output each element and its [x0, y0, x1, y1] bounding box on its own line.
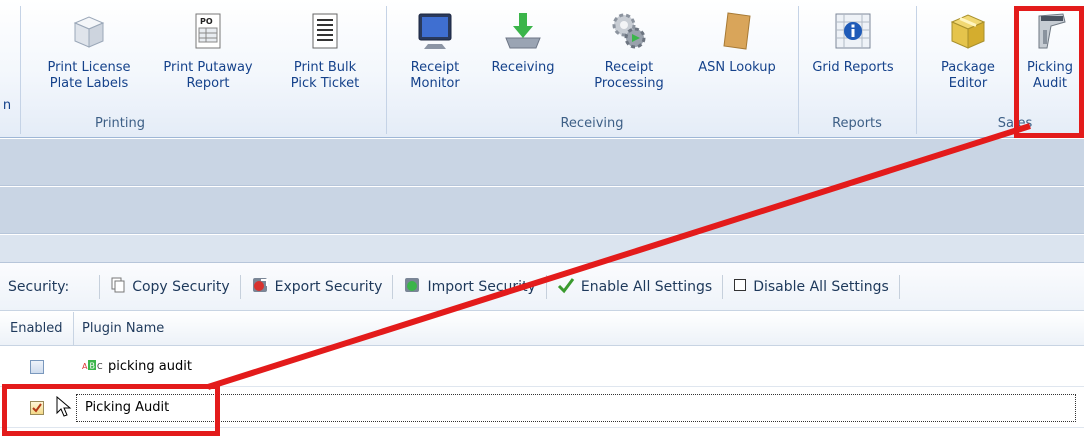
- highlight-box-picking-audit: [1014, 6, 1084, 138]
- gears-icon: [608, 10, 650, 52]
- group-separator: [798, 6, 799, 134]
- box-icon: [68, 10, 110, 52]
- disable-all-settings-label: Disable All Settings: [753, 278, 889, 295]
- import-security-button[interactable]: Import Security: [395, 276, 543, 298]
- export-security-label: Export Security: [274, 278, 383, 295]
- group-label-reports: Reports: [832, 116, 882, 131]
- ribbon-button-print-putaway-report[interactable]: PO Print Putaway Report: [152, 4, 264, 114]
- ribbon-button-receiving[interactable]: Receiving: [480, 4, 566, 114]
- security-toolbar: Security: Copy Security Export Security …: [0, 263, 1084, 311]
- toolbar-separator: [392, 274, 394, 299]
- copy-security-label: Copy Security: [132, 278, 230, 295]
- toolbar-separator: [722, 274, 724, 299]
- panel-band: [0, 187, 1084, 234]
- ribbon-button-receipt-processing[interactable]: Receipt Processing: [580, 4, 678, 114]
- group-label-receiving: Receiving: [560, 116, 624, 131]
- monitor-icon: [414, 10, 456, 52]
- checkmark-pencil-icon: [557, 276, 575, 298]
- enabled-cell: [0, 359, 74, 374]
- group-separator: [386, 6, 387, 134]
- ribbon-button-print-bulk-pick-ticket[interactable]: Print Bulk Pick Ticket: [270, 4, 380, 114]
- svg-text:PO: PO: [200, 17, 213, 26]
- enabled-checkbox[interactable]: [30, 359, 44, 374]
- abc-field-icon: A B C: [82, 359, 104, 375]
- panel-band: [0, 235, 1084, 263]
- ribbon-button-partial[interactable]: n: [0, 4, 14, 114]
- download-tray-icon: [502, 10, 544, 52]
- panel-band: [0, 139, 1084, 186]
- ribbon-button-grid-reports[interactable]: Grid Reports: [804, 4, 902, 114]
- ribbon: n Print License Plate Labels PO Print Pu…: [0, 0, 1084, 138]
- enable-all-settings-label: Enable All Settings: [580, 278, 713, 295]
- group-label-printing: Printing: [94, 116, 145, 131]
- toolbar-separator: [898, 274, 900, 299]
- svg-text:B: B: [90, 361, 96, 370]
- import-icon: [403, 276, 421, 298]
- toolbar-separator: [99, 274, 101, 299]
- export-security-button[interactable]: Export Security: [243, 276, 391, 298]
- partial-icon: [0, 10, 14, 44]
- envelope-icon: [716, 10, 758, 52]
- column-header-plugin-name[interactable]: Plugin Name: [74, 321, 164, 336]
- svg-text:C: C: [97, 362, 103, 371]
- group-separator: [20, 6, 21, 134]
- info-grid-icon: [832, 10, 874, 52]
- enable-all-settings-button[interactable]: Enable All Settings: [549, 276, 720, 298]
- ribbon-button-receipt-monitor[interactable]: Receipt Monitor: [392, 4, 478, 114]
- table-row[interactable]: A B C picking audit: [0, 347, 1084, 387]
- package-icon: [947, 10, 989, 52]
- security-label: Security:: [8, 278, 70, 295]
- copy-icon: [110, 277, 126, 297]
- ribbon-button-asn-lookup[interactable]: ASN Lookup: [688, 4, 786, 114]
- plugin-name-cell[interactable]: A B C picking audit: [74, 347, 192, 386]
- export-icon: [251, 276, 269, 298]
- svg-text:A: A: [82, 362, 88, 371]
- plugin-name-cell[interactable]: Picking Audit: [76, 393, 1076, 422]
- toolbar-separator: [545, 274, 547, 299]
- plugin-name: picking audit: [108, 359, 192, 374]
- copy-security-button[interactable]: Copy Security: [102, 277, 237, 297]
- toolbar-separator: [239, 274, 241, 299]
- ribbon-button-package-editor[interactable]: Package Editor: [926, 4, 1010, 114]
- empty-checkbox-icon: [733, 278, 747, 296]
- disable-all-settings-button[interactable]: Disable All Settings: [725, 278, 897, 296]
- plugin-grid-header: Enabled Plugin Name: [0, 312, 1084, 346]
- column-header-enabled[interactable]: Enabled: [0, 312, 74, 345]
- ribbon-button-print-license-plate-labels[interactable]: Print License Plate Labels: [30, 4, 148, 114]
- po-document-icon: PO: [187, 10, 229, 52]
- group-separator: [916, 6, 917, 134]
- import-security-label: Import Security: [427, 278, 536, 295]
- highlight-box-checked-row: [2, 384, 220, 436]
- list-document-icon: [304, 10, 346, 52]
